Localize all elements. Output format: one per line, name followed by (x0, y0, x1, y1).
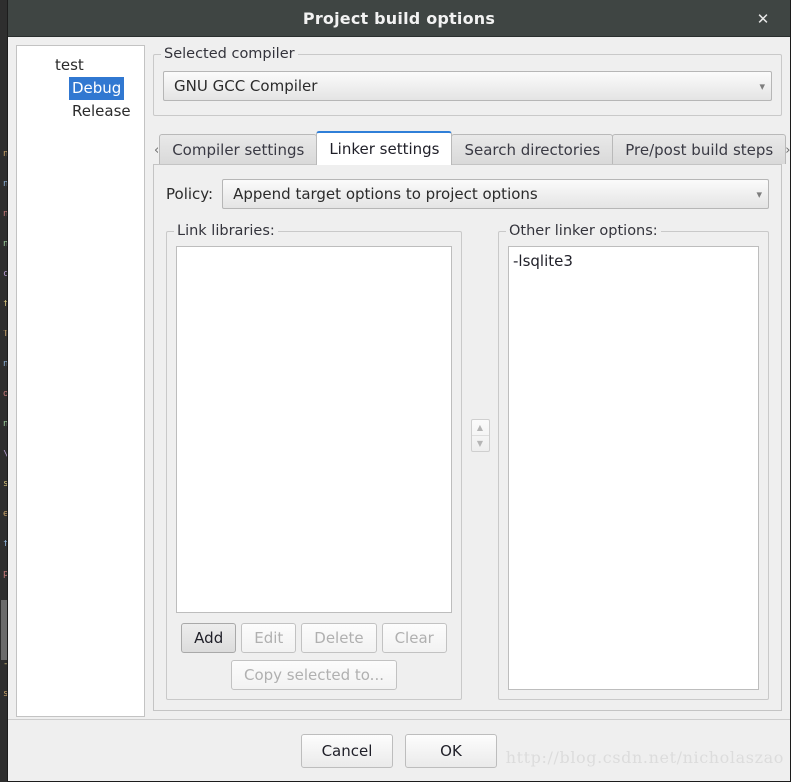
tab-linker-settings[interactable]: Linker settings (316, 131, 453, 165)
tree-item-release[interactable]: Release (17, 100, 144, 123)
project-build-options-dialog: Project build options ✕ test Debug Relea… (7, 0, 791, 782)
copy-selected-to-button[interactable]: Copy selected to... (230, 660, 397, 690)
dialog-content: Selected compiler GNU GCC Compiler ▾ ‹ C… (153, 45, 790, 711)
linker-panes: Link libraries: Add Edit Delete Clear Co… (166, 223, 769, 700)
settings-tabstrip: ‹ Compiler settings Linker settings Sear… (153, 131, 790, 165)
dialog-body: test Debug Release Selected compiler GNU… (8, 37, 790, 717)
dialog-footer: Cancel OK http://blog.csdn.net/nicholasz… (8, 719, 790, 781)
cancel-button[interactable]: Cancel (301, 733, 393, 768)
tab-search-directories[interactable]: Search directories (451, 134, 614, 164)
clear-button[interactable]: Clear (381, 623, 447, 653)
compiler-select[interactable]: GNU GCC Compiler ▾ (163, 71, 772, 101)
link-libraries-group: Link libraries: Add Edit Delete Clear Co… (166, 223, 462, 700)
other-linker-options-group: Other linker options: -lsqlite3 (498, 223, 769, 700)
copy-selected-row: Copy selected to... (176, 660, 452, 690)
tree-item-debug-label: Debug (69, 77, 125, 100)
tab-compiler-settings[interactable]: Compiler settings (159, 134, 318, 164)
tree-item-project-label: test (55, 56, 84, 74)
linker-settings-page: Policy: Append target options to project… (153, 164, 782, 711)
selected-compiler-group-label: Selected compiler (161, 46, 298, 62)
policy-select[interactable]: Append target options to project options… (222, 179, 769, 209)
link-libraries-button-row: Add Edit Delete Clear (176, 623, 452, 653)
policy-label: Policy: (166, 185, 214, 203)
chevron-down-icon: ▾ (759, 79, 765, 93)
ok-button[interactable]: OK (405, 733, 497, 768)
policy-row: Policy: Append target options to project… (166, 179, 769, 209)
dialog-titlebar: Project build options ✕ (8, 0, 790, 37)
tab-scroll-right-icon[interactable]: › (785, 136, 790, 164)
delete-button[interactable]: Delete (301, 623, 377, 653)
dialog-title: Project build options (302, 8, 496, 28)
compiler-select-value: GNU GCC Compiler (174, 77, 318, 95)
move-down-icon[interactable]: ▼ (472, 436, 489, 451)
reorder-spinner[interactable]: ▲ ▼ (470, 419, 490, 452)
selected-compiler-group: Selected compiler GNU GCC Compiler ▾ (153, 46, 782, 116)
chevron-down-icon: ▾ (756, 187, 762, 201)
reorder-spinner-column: ▲ ▼ (462, 231, 498, 700)
other-linker-options-textarea[interactable]: -lsqlite3 (508, 246, 759, 690)
other-linker-options-group-label: Other linker options: (506, 223, 661, 239)
policy-select-value: Append target options to project options (233, 185, 538, 203)
close-icon[interactable]: ✕ (746, 0, 780, 37)
target-tree[interactable]: test Debug Release (16, 45, 145, 717)
add-button[interactable]: Add (181, 623, 237, 653)
link-libraries-list[interactable] (176, 246, 452, 613)
move-up-icon[interactable]: ▲ (471, 420, 489, 436)
link-libraries-group-label: Link libraries: (174, 223, 278, 239)
edit-button[interactable]: Edit (241, 623, 297, 653)
tab-pre-post-build-steps[interactable]: Pre/post build steps (612, 134, 787, 164)
watermark-text: http://blog.csdn.net/nicholaszao (505, 748, 784, 767)
tree-item-debug[interactable]: Debug (17, 77, 144, 100)
tree-item-project[interactable]: test (17, 54, 144, 77)
tree-item-release-label: Release (72, 102, 131, 120)
